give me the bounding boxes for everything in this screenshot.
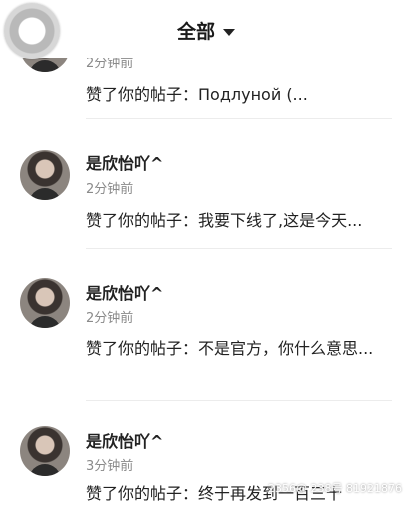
item-time: 2分钟前 [86,182,134,197]
caret-down-icon [223,29,235,36]
item-time: 3分钟前 [86,459,134,474]
divider [86,400,392,401]
divider [86,248,392,249]
item-username[interactable]: 是欣怡吖^ [86,280,163,304]
item-message[interactable]: 赞了你的帖子：不是官方，你什么意思... [86,337,392,360]
top-bar: 全部 [0,0,412,58]
item-message[interactable]: 赞了你的帖子：Подлуной (... [86,83,392,106]
avatar[interactable] [20,150,70,200]
avatar[interactable] [20,426,70,476]
filter-dropdown[interactable]: 全部 [0,17,412,44]
watermark: 2356@ 238号 81921876 [268,482,402,495]
item-message[interactable]: 赞了你的帖子：我要下线了,这是今天... [86,209,392,232]
floating-assistant-ball-icon[interactable] [4,3,60,59]
item-time: 2分钟前 [86,311,134,326]
item-username[interactable]: 是欣怡吖^ [86,150,163,174]
divider [86,118,392,119]
avatar[interactable] [20,278,70,328]
item-username[interactable]: 是欣怡吖^ [86,428,163,452]
filter-label: 全部 [176,21,215,43]
